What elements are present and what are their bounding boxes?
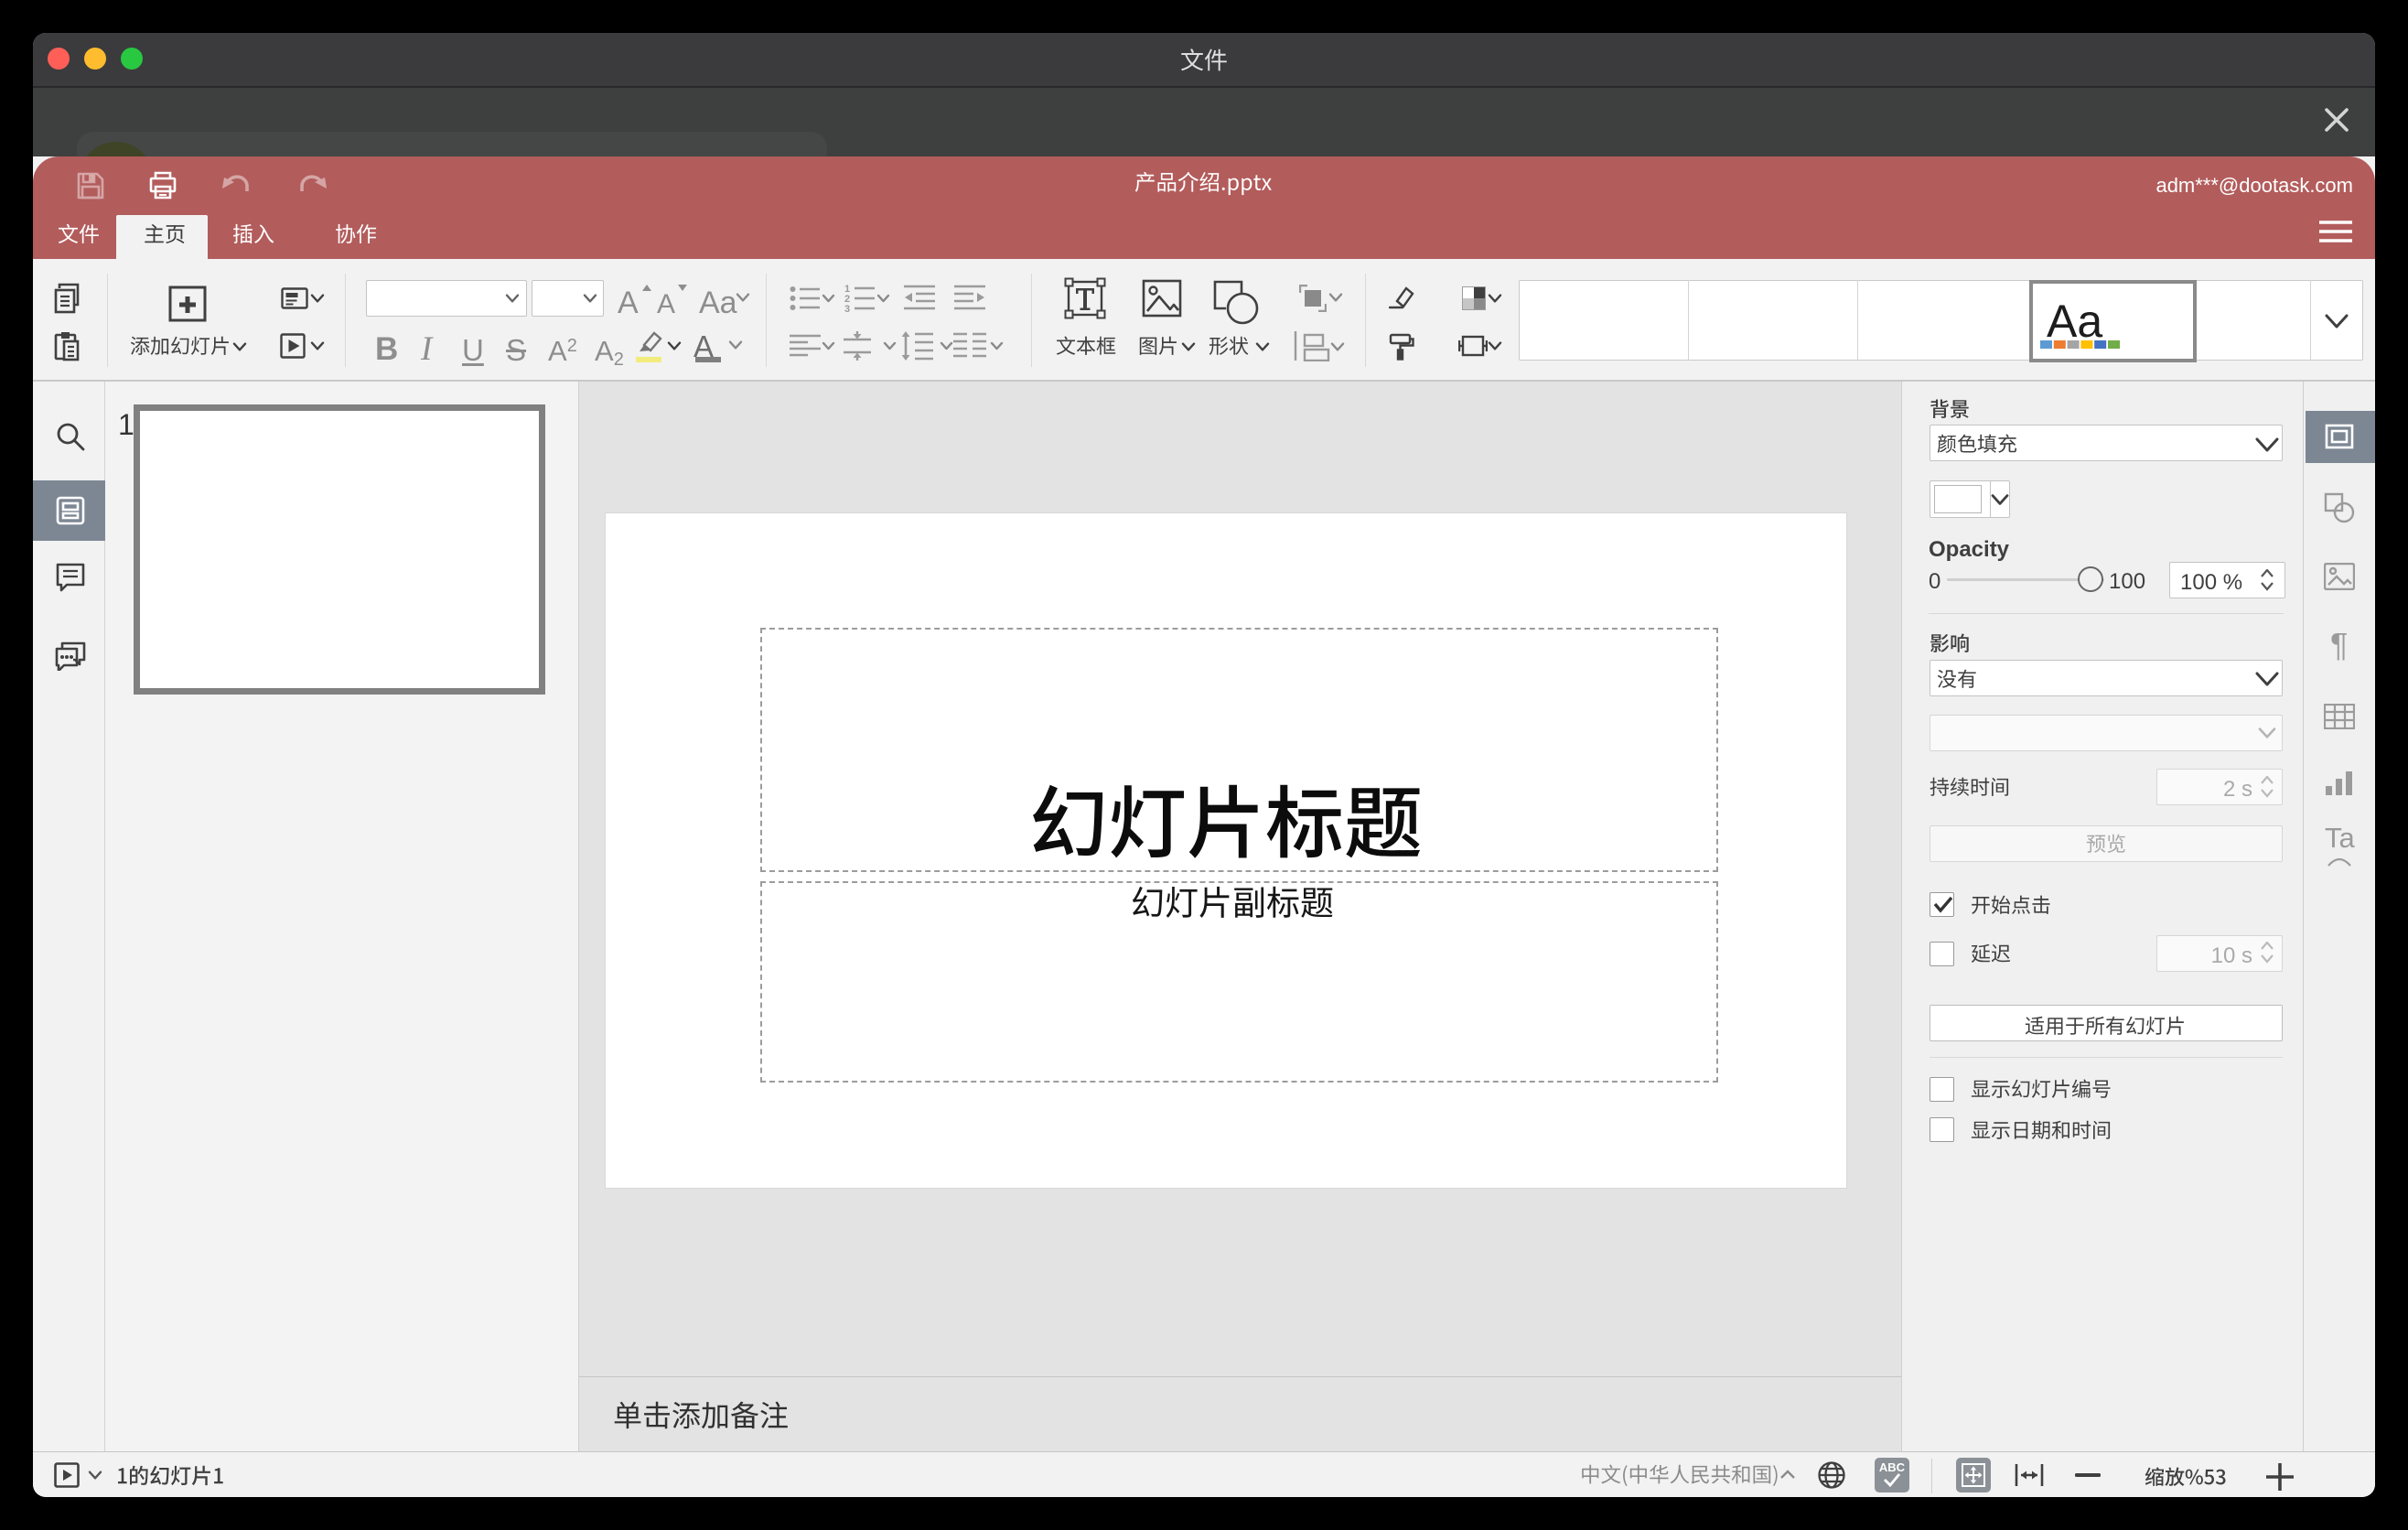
svg-text:3: 3 xyxy=(844,304,850,313)
